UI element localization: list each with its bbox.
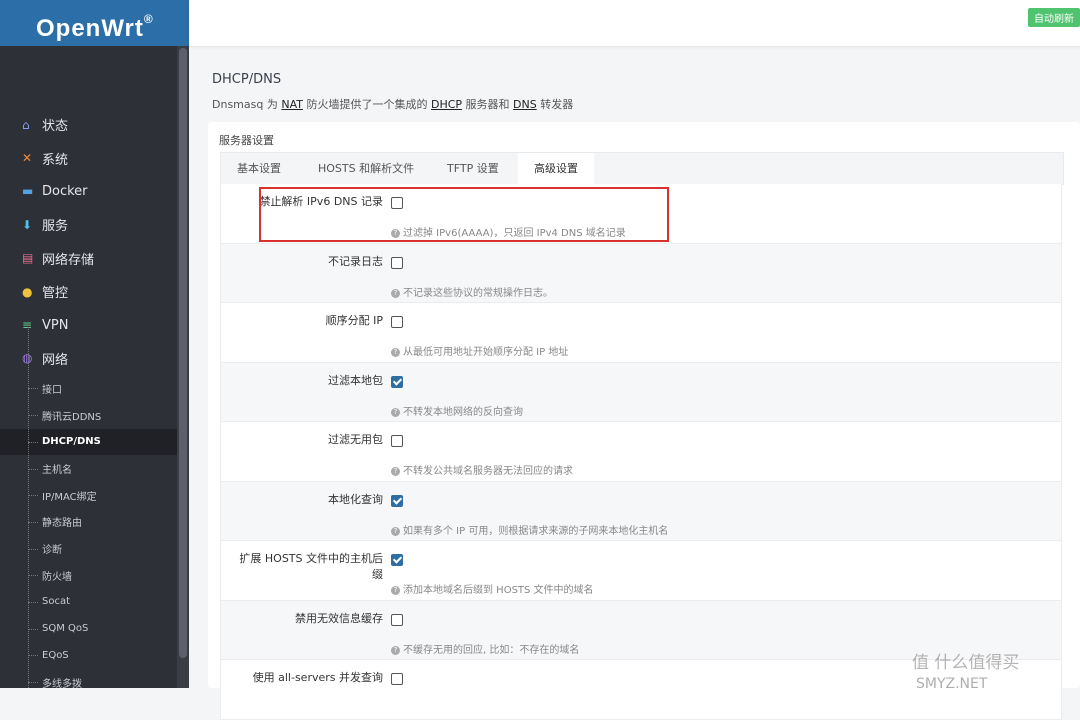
- tab-advanced[interactable]: 高级设置: [518, 153, 594, 185]
- tab-bar: 基本设置 HOSTS 和解析文件 TFTP 设置 高级设置: [220, 152, 1064, 185]
- setting-hint: ? 不转发公共域名服务器无法回应的请求: [391, 462, 573, 477]
- setting-checkbox[interactable]: [391, 316, 403, 328]
- nat-link[interactable]: NAT: [281, 98, 303, 111]
- sidebar-item-label: VPN: [42, 317, 69, 333]
- settings-row: 顺序分配 IP ? 从最低可用地址开始顺序分配 IP 地址: [220, 303, 1062, 363]
- setting-label: 顺序分配 IP: [325, 314, 383, 327]
- setting-label: 使用 all-servers 并发查询: [252, 671, 383, 684]
- dns-link[interactable]: DNS: [513, 98, 537, 111]
- section-title: 服务器设置: [219, 134, 274, 147]
- sidebar-item-label: 服务: [42, 219, 69, 235]
- help-icon: ?: [391, 586, 400, 595]
- tab-tftp[interactable]: TFTP 设置: [431, 153, 515, 185]
- sidebar-item[interactable]: ⬇ 服务: [0, 208, 189, 241]
- setting-label: 过滤无用包: [328, 433, 383, 446]
- page-description: Dnsmasq 为 NAT 防火墙提供了一个集成的 DHCP 服务器和 DNS …: [212, 98, 574, 111]
- dhcp-link[interactable]: DHCP: [431, 98, 462, 111]
- setting-checkbox[interactable]: [391, 494, 403, 507]
- help-icon: ?: [391, 288, 400, 298]
- watermark: 值 什么值得买SMYZ.NET: [912, 653, 1020, 692]
- sidebar-item-label: 管控: [42, 286, 69, 302]
- setting-label: 过滤本地包: [328, 373, 383, 387]
- logo[interactable]: OpenWrt®: [0, 0, 189, 46]
- storage-icon: ▤: [22, 251, 34, 266]
- setting-label: 扩展 HOSTS 文件中的主机后缀: [239, 552, 383, 581]
- setting-checkbox[interactable]: [391, 256, 403, 269]
- setting-checkbox[interactable]: [391, 375, 403, 388]
- help-icon: ?: [391, 645, 400, 655]
- tab-hosts[interactable]: HOSTS 和解析文件: [302, 153, 430, 185]
- sidebar-item-label: 状态: [42, 119, 69, 135]
- sidebar-item[interactable]: ✕ 系统: [0, 141, 189, 174]
- sidebar-item-label: 系统: [42, 152, 69, 168]
- page-title: DHCP/DNS: [212, 72, 282, 87]
- setting-checkbox[interactable]: [391, 613, 403, 626]
- setting-checkbox[interactable]: [391, 554, 403, 566]
- setting-hint: ? 不转发本地网络的反向查询: [391, 403, 523, 418]
- tools-icon: ✕: [22, 151, 33, 166]
- control-icon: ●: [22, 284, 33, 299]
- help-icon: ?: [391, 348, 400, 357]
- globe-icon: ◍: [22, 351, 33, 366]
- settings-row: 过滤无用包 ? 不转发公共域名服务器无法回应的请求: [220, 422, 1062, 482]
- setting-label: 不记录日志: [328, 254, 383, 268]
- sidebar-item[interactable]: ⌂ 状态: [0, 108, 189, 141]
- auto-refresh-button[interactable]: 自动刷新: [1028, 8, 1080, 27]
- help-icon: ?: [391, 467, 400, 476]
- home-icon: ⌂: [22, 117, 30, 132]
- download-icon: ⬇: [22, 217, 33, 232]
- setting-hint: ? 不缓存无用的回应, 比如：不存在的域名: [391, 641, 579, 656]
- list-icon: ≡: [22, 318, 33, 333]
- help-icon: ?: [391, 407, 400, 417]
- settings-row: 过滤本地包 ? 不转发本地网络的反向查询: [220, 362, 1062, 422]
- settings-rows: 禁止解析 IPv6 DNS 记录? 过滤掉 IPv6(AAAA)，只返回 IPv4…: [220, 184, 1062, 720]
- setting-checkbox[interactable]: [391, 673, 403, 685]
- setting-hint: ? 从最低可用地址开始顺序分配 IP 地址: [391, 343, 568, 358]
- docker-icon: ▬: [22, 184, 34, 199]
- sidebar-item[interactable]: ▬ Docker: [0, 175, 189, 208]
- tab-basic[interactable]: 基本设置: [221, 153, 297, 185]
- settings-row: 本地化查询 ? 如果有多个 IP 可用，则根据请求来源的子网来本地化主机名: [220, 481, 1062, 541]
- sidebar-item[interactable]: ● 管控: [0, 275, 189, 308]
- settings-row: 不记录日志 ? 不记录这些协议的常规操作日志。: [220, 243, 1062, 303]
- setting-hint: ? 如果有多个 IP 可用，则根据请求来源的子网来本地化主机名: [391, 522, 668, 537]
- sidebar-item-label: 网络存储: [42, 252, 95, 268]
- header: 自动刷新: [189, 0, 1080, 46]
- sidebar-item[interactable]: ▤ 网络存储: [0, 242, 189, 275]
- settings-row: 扩展 HOSTS 文件中的主机后缀 ? 添加本地域名后缀到 HOSTS 文件中的域名: [220, 541, 1062, 601]
- setting-hint: ? 添加本地域名后缀到 HOSTS 文件中的域名: [391, 581, 594, 596]
- help-icon: ?: [391, 526, 400, 536]
- sidebar-scrollbar[interactable]: [177, 46, 189, 688]
- sidebar: OpenWrt® ⌂ 状态 ✕ 系统 ▬ Docker ⬇ 服务 ▤ 网络存储 ● 管控 ≡ VPN ◍ 网络…: [0, 0, 189, 688]
- setting-hint: ? 不记录这些协议的常规操作日志。: [391, 284, 553, 299]
- setting-label: 本地化查询: [328, 492, 383, 506]
- setting-checkbox[interactable]: [391, 435, 403, 447]
- setting-label: 禁用无效信息缓存: [295, 611, 383, 625]
- sidebar-item-label: 网络: [42, 352, 69, 368]
- sidebar-item-label: Docker: [42, 183, 88, 199]
- highlight-box: [259, 187, 669, 242]
